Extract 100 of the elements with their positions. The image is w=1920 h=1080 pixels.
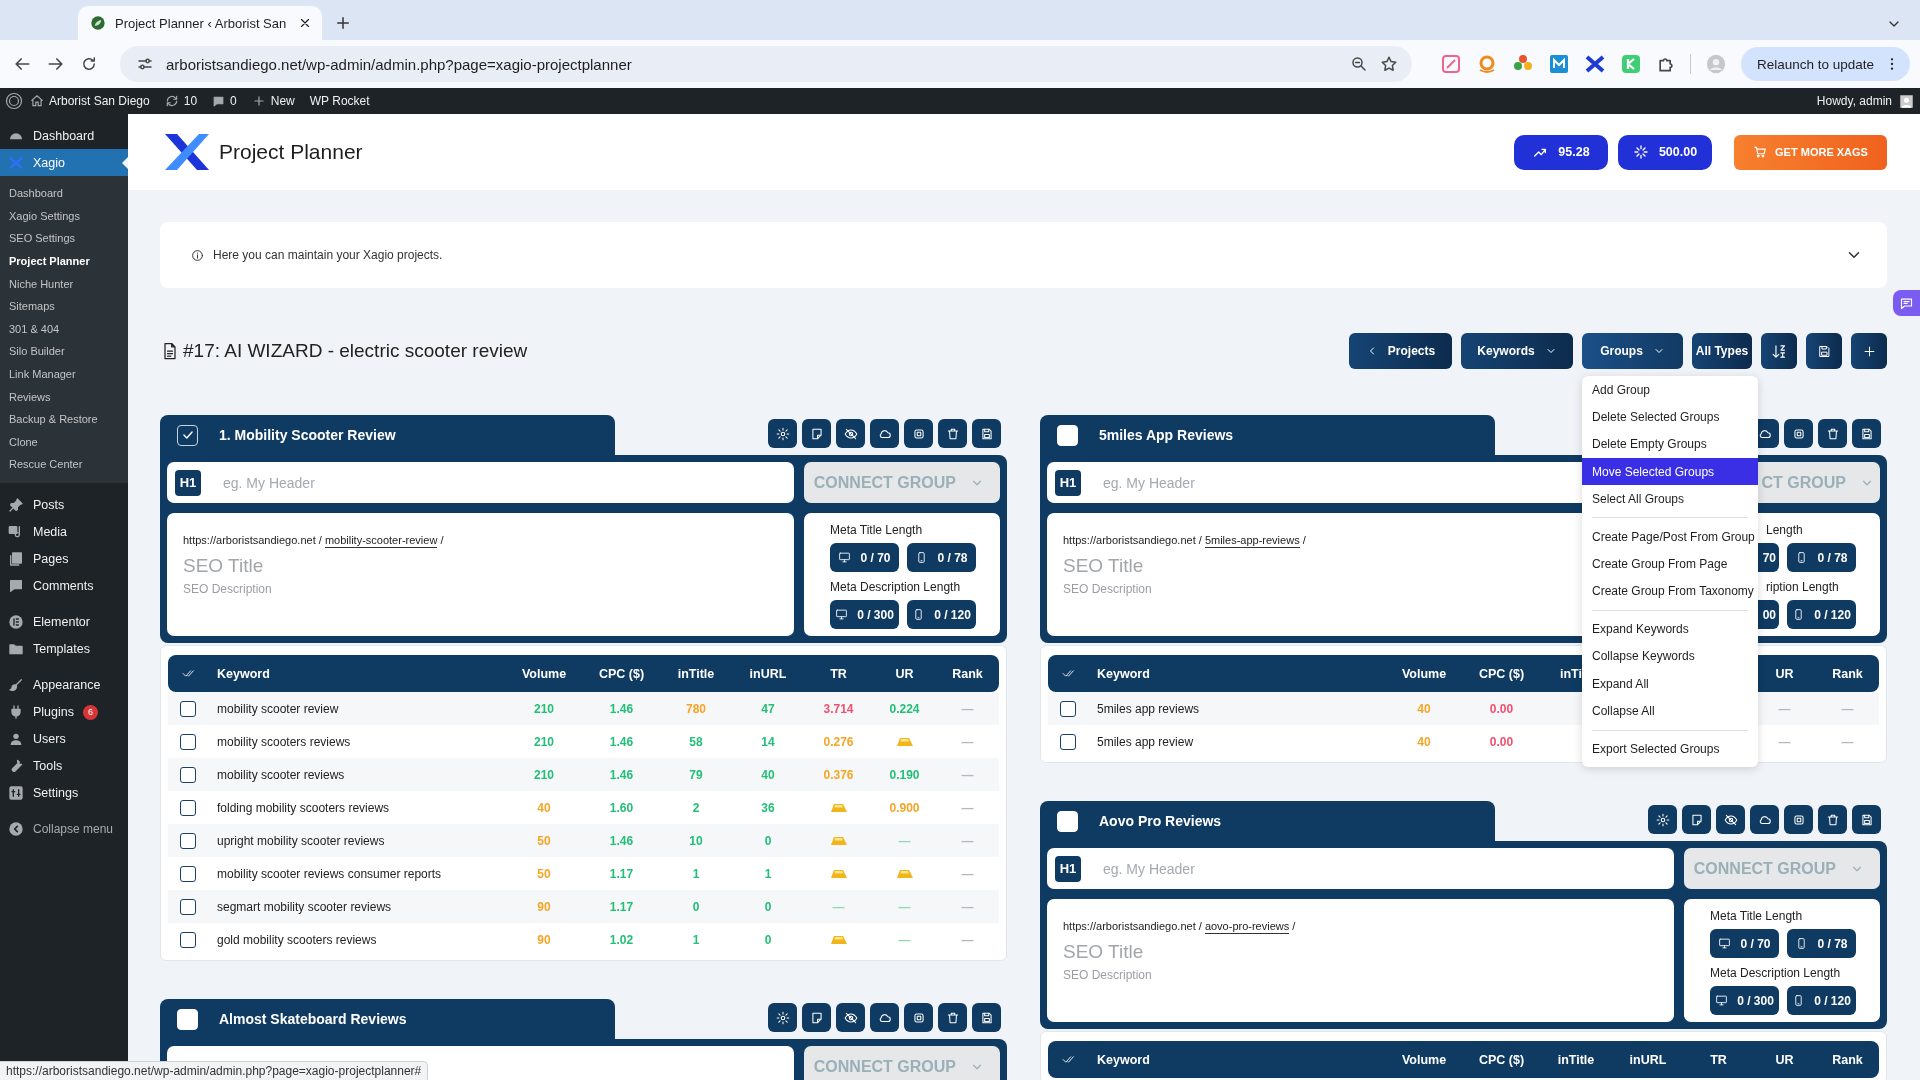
metric-cell: 1.46 (609, 833, 634, 848)
meta-label: Length (1766, 523, 1804, 537)
column-header: Keyword (1096, 1052, 1151, 1067)
metric-cell: 2 (692, 800, 700, 815)
column-header: TR (1709, 1052, 1728, 1067)
metric-cell: 1.17 (609, 899, 634, 914)
metric-cell: 90 (537, 932, 551, 947)
metric-cell: — (961, 833, 974, 848)
metric-cell: — (1778, 701, 1791, 716)
length-counter: 0 / 120 (1787, 986, 1856, 1015)
length-counter: 0 / 300 (830, 600, 899, 629)
meta-label: ription Length (1766, 580, 1840, 594)
meta-label: Meta Description Length (1710, 966, 1842, 980)
metric-cell: 780 (686, 701, 706, 716)
h1-badge: H1 (1055, 469, 1081, 496)
column-header: inTi (1559, 666, 1583, 681)
metric-cell: — (961, 899, 974, 914)
metric-cell: 0 (764, 899, 772, 914)
page-title: Project Planner (219, 140, 363, 164)
group-title: 1. Mobility Scooter Review (219, 427, 396, 443)
length-counter: 0 / 78 (1787, 929, 1856, 958)
metric-cell: 50 (537, 866, 551, 881)
length-counter: 0 / 78 (1787, 543, 1856, 572)
metric-cell: 10 (689, 833, 703, 848)
count-badge: 6 (83, 704, 98, 720)
metric-cell: 50 (537, 833, 551, 848)
metric-cell: — (898, 932, 911, 947)
notice-text: Here you can maintain your Xagio projects. (213, 248, 443, 262)
keyword-cell-text: mobility scooter review (216, 701, 340, 716)
metric-cell: — (961, 734, 974, 749)
metric-cell: 47 (761, 701, 775, 716)
keyword-cell-text: mobility scooter reviews consumer reports (216, 866, 443, 881)
metric-cell: 210 (534, 701, 554, 716)
length-counter: 0 / 78 (907, 543, 976, 572)
column-header: inURL (748, 666, 788, 681)
metric-cell: — (961, 701, 974, 716)
keyword-cell-text: folding mobility scooters reviews (216, 800, 391, 815)
metric-cell: 40 (1417, 701, 1431, 716)
column-header: CPC ($) (1477, 1052, 1526, 1067)
metric-cell: 40 (1417, 734, 1431, 749)
metric-cell: 1 (692, 932, 700, 947)
metric-cell: — (961, 800, 974, 815)
metric-cell: 1.60 (609, 800, 634, 815)
metric-cell: 0.900 (889, 800, 920, 815)
metric-cell: 0.376 (823, 767, 854, 782)
group-title: Almost Skateboard Reviews (219, 1011, 407, 1027)
metric-cell: — (898, 899, 911, 914)
keyword-cell-text: mobility scooters reviews (216, 734, 352, 749)
meta-label: Meta Description Length (830, 580, 962, 594)
seo-title: SEO Title (1063, 555, 1144, 577)
column-header: Keyword (1096, 666, 1151, 681)
column-header: Volume (1400, 666, 1448, 681)
metric-cell: 1.02 (609, 932, 634, 947)
metric-cell: 210 (534, 734, 554, 749)
metric-cell: — (1841, 734, 1854, 749)
column-header: UR (894, 666, 915, 681)
metric-cell: 40 (761, 767, 775, 782)
metric-cell: 1 (692, 866, 700, 881)
column-header: Rank (1831, 666, 1864, 681)
keyword-cell-text: 5miles app review (1096, 734, 1195, 749)
column-header: Volume (520, 666, 568, 681)
keyword-cell-text: gold mobility scooters reviews (216, 932, 378, 947)
column-header: TR (829, 666, 848, 681)
metric-cell: 0 (692, 899, 700, 914)
column-header: inURL (1628, 1052, 1668, 1067)
metric-cell: — (832, 899, 845, 914)
group-title: 5miles App Reviews (1099, 427, 1234, 443)
seo-description: SEO Description (1063, 582, 1152, 596)
column-header: CPC ($) (597, 666, 646, 681)
length-counter: 0 / 300 (1710, 986, 1779, 1015)
meta-label: Meta Title Length (830, 523, 924, 537)
metric-cell: 36 (761, 800, 775, 815)
metric-cell: — (898, 833, 911, 848)
column-header: CPC ($) (1477, 666, 1526, 681)
column-header: UR (1774, 666, 1795, 681)
metric-cell: — (961, 767, 974, 782)
metric-cell: — (961, 866, 974, 881)
meta-label: Meta Title Length (1710, 909, 1804, 923)
seo-description: SEO Description (183, 582, 272, 596)
group-title: Aovo Pro Reviews (1099, 813, 1222, 829)
column-header: inTitle (1556, 1052, 1596, 1067)
h1-badge: H1 (175, 469, 201, 496)
metric-cell: 14 (761, 734, 775, 749)
keyword-cell-text: mobility scooter reviews (216, 767, 346, 782)
metric-cell: 1 (764, 866, 772, 881)
column-header: Rank (1831, 1052, 1864, 1067)
length-counter: 0 / 120 (1787, 600, 1856, 629)
project-title: #17: AI WIZARD - electric scooter review (183, 340, 528, 362)
metric-cell: 1.46 (609, 767, 634, 782)
metric-cell: 79 (689, 767, 703, 782)
column-header: Keyword (216, 666, 271, 681)
metric-cell: 0 (764, 932, 772, 947)
metric-cell: 0.276 (823, 734, 854, 749)
seo-title: SEO Title (1063, 941, 1144, 963)
metric-cell: 90 (537, 899, 551, 914)
h1-badge: H1 (1055, 855, 1081, 882)
seo-title: SEO Title (183, 555, 264, 577)
length-counter: 0 / 70 (830, 543, 899, 572)
metric-cell: 0 (764, 833, 772, 848)
keyword-cell-text: upright mobility scooter reviews (216, 833, 386, 848)
